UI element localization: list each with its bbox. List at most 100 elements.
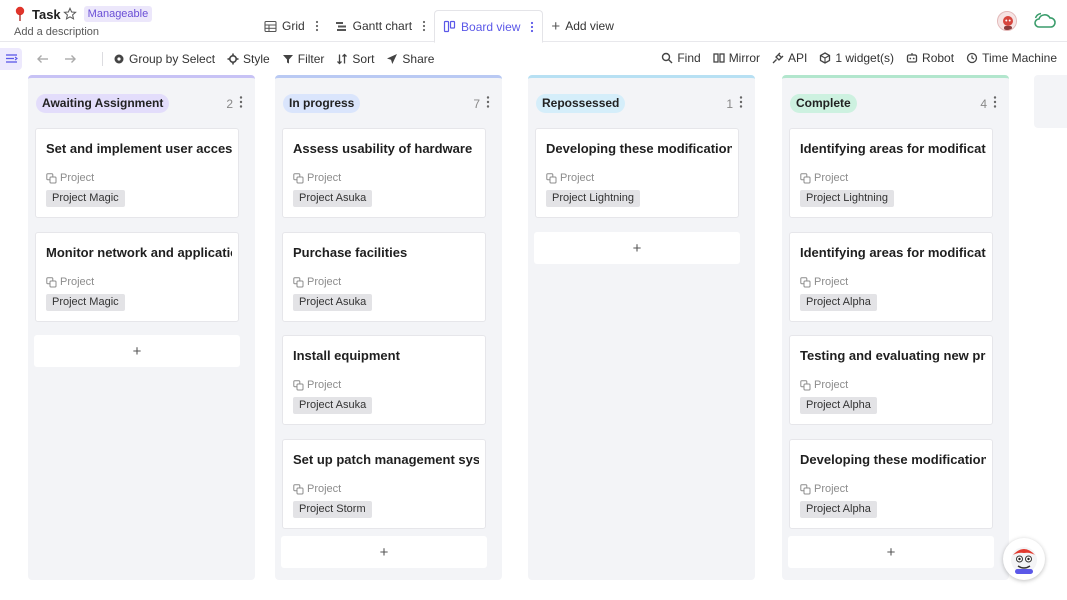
cloud-sync-icon[interactable] [1033, 12, 1057, 30]
card-title: Developing these modifications [800, 452, 986, 467]
column-count: 7 [473, 97, 480, 111]
time-machine-button[interactable]: Time Machine [960, 46, 1063, 70]
header-right [997, 11, 1057, 31]
field-label-text: Project [560, 172, 595, 184]
field-label: Project [293, 172, 341, 184]
task-card[interactable]: Identifying areas for modification Projec… [789, 232, 993, 322]
sort-button[interactable]: Sort [330, 47, 380, 71]
api-icon [772, 52, 784, 64]
more-icon[interactable] [486, 95, 490, 109]
undo-icon[interactable] [34, 52, 50, 66]
link-field-icon [46, 276, 57, 288]
more-icon[interactable] [993, 95, 997, 109]
field-label-text: Project [814, 276, 849, 288]
avatar[interactable] [997, 11, 1017, 31]
style-icon [227, 53, 239, 65]
card-title: Install equipment [293, 348, 400, 363]
grid-icon [264, 20, 277, 33]
find-button[interactable]: Find [655, 46, 706, 70]
project-tag: Project Alpha [800, 294, 877, 311]
assistant-mascot-icon[interactable] [1003, 538, 1045, 580]
more-icon[interactable] [530, 21, 534, 33]
more-icon[interactable] [739, 95, 743, 109]
project-tag: Project Lightning [546, 190, 640, 207]
tab-board-view[interactable]: Board view [434, 10, 544, 43]
card-title: Developing these modifications [546, 141, 732, 156]
project-tag: Project Asuka [293, 294, 373, 311]
field-label: Project [546, 172, 594, 184]
link-field-icon [800, 379, 811, 391]
task-card[interactable]: Set and implement user access Project Proj… [35, 128, 239, 218]
field-label: Project [293, 276, 341, 288]
add-card-button[interactable]: + [788, 536, 994, 568]
find-label: Find [677, 51, 701, 65]
task-card[interactable]: Developing these modifications Project Pro… [535, 128, 739, 218]
sidebar-toggle-button[interactable] [0, 47, 22, 70]
divider [102, 51, 103, 66]
task-card[interactable]: Set up patch management system Project Pro… [282, 439, 486, 529]
task-card[interactable]: Identifying areas for modification Projec… [789, 128, 993, 218]
link-field-icon [800, 172, 811, 184]
plus-icon: + [632, 239, 642, 257]
add-card-button[interactable]: + [34, 335, 240, 367]
board-icon [443, 20, 456, 33]
field-label: Project [800, 172, 848, 184]
more-icon[interactable] [239, 95, 243, 109]
more-icon[interactable] [422, 20, 426, 32]
link-field-icon [546, 172, 557, 184]
task-card[interactable]: Install equipment Project Project Asuka [282, 335, 486, 425]
task-card[interactable]: Assess usability of hardware Project Proje… [282, 128, 486, 218]
mirror-button[interactable]: Mirror [707, 46, 766, 70]
widget-label: 1 widget(s) [835, 51, 895, 65]
card-title: Set and implement user access [46, 141, 232, 156]
toolbar: Group by Select Style Filter Sort Share … [0, 43, 1067, 74]
column-count: 4 [980, 97, 987, 111]
column-count: 2 [226, 97, 233, 111]
star-icon[interactable] [62, 7, 77, 21]
filter-button[interactable]: Filter [276, 47, 331, 71]
board-column: Awaiting Assignment 2 Set and implement us… [28, 75, 255, 580]
history-icon [966, 52, 978, 64]
field-label-text: Project [60, 172, 95, 184]
plus-icon: + [551, 17, 561, 35]
share-icon [386, 53, 398, 65]
tab-gantt[interactable]: Gantt chart [327, 10, 434, 42]
mirror-label: Mirror [728, 51, 761, 65]
column-header: Awaiting Assignment 2 [28, 92, 255, 114]
widget-button[interactable]: 1 widget(s) [813, 46, 900, 70]
task-card[interactable]: Developing these modifications Project Pro… [789, 439, 993, 529]
style-button[interactable]: Style [221, 47, 276, 71]
board-column: Repossessed 1 Developing these modificatio… [528, 75, 755, 580]
group-by-button[interactable]: Group by Select [107, 47, 221, 71]
more-icon[interactable] [315, 20, 319, 32]
card-title: Monitor network and applications [46, 245, 232, 260]
redo-icon[interactable] [62, 52, 78, 66]
link-field-icon [293, 483, 304, 495]
project-tag: Project Lightning [800, 190, 894, 207]
add-card-button[interactable]: + [534, 232, 740, 264]
field-label: Project [293, 379, 341, 391]
project-tag: Project Alpha [800, 501, 877, 518]
add-column-stub[interactable] [1034, 75, 1067, 128]
description[interactable]: Add a description [14, 26, 152, 38]
share-button[interactable]: Share [380, 47, 440, 71]
robot-button[interactable]: Robot [900, 46, 960, 70]
mirror-icon [713, 52, 725, 64]
field-label: Project [800, 379, 848, 391]
add-view-button[interactable]: + Add view [543, 10, 621, 42]
task-card[interactable]: Testing and evaluating new product Projec… [789, 335, 993, 425]
api-button[interactable]: API [766, 46, 813, 70]
add-view-label: Add view [565, 19, 614, 33]
status-pill: Complete [790, 94, 857, 113]
tab-grid[interactable]: Grid [256, 10, 327, 42]
link-field-icon [800, 276, 811, 288]
add-card-button[interactable]: + [281, 536, 487, 568]
task-card[interactable]: Purchase facilities Project Project Asuka [282, 232, 486, 322]
link-field-icon [800, 483, 811, 495]
toolbar-right: Find Mirror API 1 widget(s) Robot Time M… [655, 46, 1063, 70]
field-label-text: Project [60, 276, 95, 288]
page-title[interactable]: Task [32, 7, 61, 22]
permission-badge[interactable]: Manageable [83, 6, 153, 22]
board-column: Complete 4 Identifying areas for modificat… [782, 75, 1009, 580]
task-card[interactable]: Monitor network and applications Project P… [35, 232, 239, 322]
